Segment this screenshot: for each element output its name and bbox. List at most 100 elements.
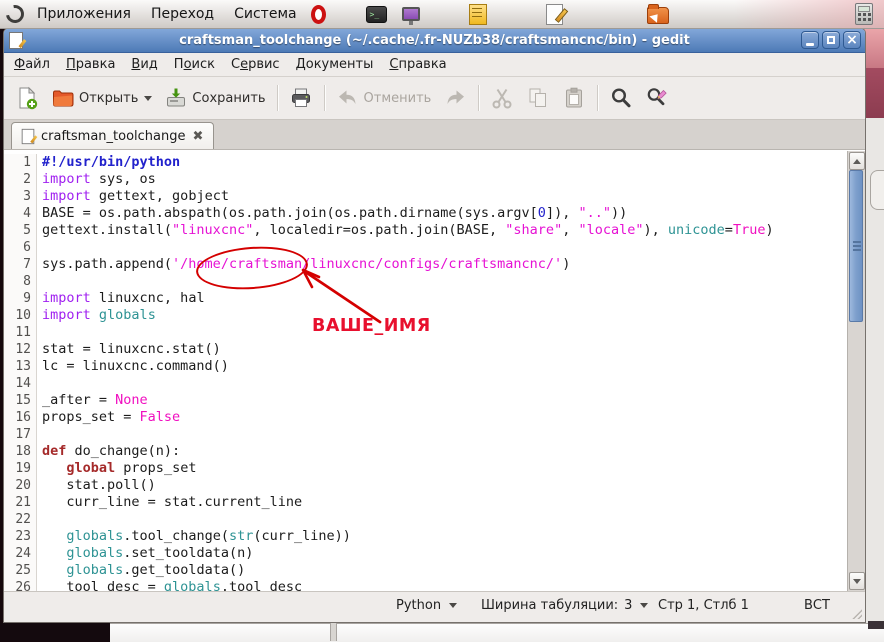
language-selector[interactable]: Python — [396, 598, 458, 613]
menu-documents[interactable]: Документы — [288, 54, 382, 75]
minimize-icon — [806, 43, 814, 46]
scrollbar-thumb[interactable] — [849, 170, 863, 322]
redo-icon — [447, 90, 465, 104]
toolbar-separator — [478, 85, 480, 111]
code-line: 2 import sys, os — [4, 171, 847, 188]
code-line: 12 stat = linuxcnc.stat() — [4, 341, 847, 358]
wallpaper — [864, 68, 884, 118]
open-folder-icon — [53, 90, 74, 107]
menu-tools[interactable]: Сервис — [223, 54, 288, 75]
menu-view[interactable]: Вид — [123, 54, 165, 75]
calculator-icon — [855, 3, 873, 25]
background-window-divider — [330, 623, 337, 641]
panel-menu-system[interactable]: Система — [225, 2, 305, 26]
find-button[interactable] — [604, 82, 638, 114]
maximize-button[interactable] — [822, 31, 840, 49]
chevron-down-icon — [449, 603, 458, 608]
distributor-logo-icon[interactable] — [2, 1, 28, 27]
minimize-button[interactable] — [801, 31, 819, 49]
window-shadow — [868, 621, 884, 629]
display-launcher[interactable] — [399, 3, 423, 25]
desktop — [0, 623, 110, 641]
maximize-icon — [827, 36, 835, 44]
wallpaper — [864, 28, 884, 68]
code-line: 24 globals.set_tooldata(n) — [4, 545, 847, 562]
copy-icon — [529, 88, 547, 107]
notes-icon — [469, 3, 487, 25]
text-editor-launcher[interactable] — [542, 3, 566, 25]
code-line: 15 _after = None — [4, 392, 847, 409]
gedit-window: craftsman_toolchange (~/.cache/.fr-NUZb3… — [3, 28, 866, 623]
paste-icon — [566, 87, 583, 108]
notes-launcher[interactable] — [466, 3, 490, 25]
menu-file[interactable]: Файл — [6, 54, 58, 75]
save-icon — [167, 88, 186, 107]
copy-button[interactable] — [521, 82, 555, 114]
undo-icon — [338, 90, 356, 104]
window-title: craftsman_toolchange (~/.cache/.fr-NUZb3… — [179, 33, 690, 48]
code-line: 9 import linuxcnc, hal — [4, 290, 847, 307]
toolbar-separator — [276, 85, 278, 111]
replace-button[interactable] — [640, 82, 674, 114]
code-line: 16 props_set = False — [4, 409, 847, 426]
calculator-launcher[interactable] — [852, 3, 876, 25]
code-line: 8 — [4, 273, 847, 290]
tab-label: craftsman_toolchange — [41, 128, 186, 144]
menu-search[interactable]: Поиск — [166, 54, 223, 75]
code-line: 26 tool_desc = globals.tool_desc — [4, 579, 847, 591]
print-button[interactable] — [284, 82, 318, 114]
panel-menu-applications[interactable]: Приложения — [28, 2, 140, 26]
opera-launcher[interactable] — [306, 3, 330, 25]
chevron-down-icon — [144, 95, 153, 101]
panel-menu-places[interactable]: Переход — [142, 2, 223, 26]
open-button[interactable]: Открыть — [46, 82, 157, 114]
toolbar: Открыть Сохранить Отменить — [4, 77, 865, 120]
text-editor-icon — [545, 3, 563, 25]
scroll-up-button[interactable] — [849, 152, 865, 170]
background-window[interactable] — [864, 118, 884, 623]
language-label: Python — [396, 598, 442, 613]
archive-launcher[interactable] — [646, 3, 670, 25]
code-line: 1 #!/usr/bin/python — [4, 154, 847, 171]
menu-help[interactable]: Справка — [381, 54, 454, 75]
new-document-icon — [19, 86, 38, 110]
arrow-down-icon — [853, 578, 861, 584]
cut-button[interactable] — [485, 82, 519, 114]
titlebar[interactable]: craftsman_toolchange (~/.cache/.fr-NUZb3… — [4, 29, 865, 53]
editor: 1 #!/usr/bin/python 2 import sys, os 3 import… — [4, 150, 865, 591]
cut-icon — [492, 88, 512, 109]
tab-width-value: 3 — [624, 598, 633, 613]
background-window[interactable] — [110, 623, 884, 642]
code-line: 4 BASE = os.path.abspath(os.path.join(os.… — [4, 205, 847, 222]
paste-button[interactable] — [557, 82, 591, 114]
tab-width-selector[interactable]: Ширина табуляции: 3 — [481, 598, 649, 613]
code-line: 13 lc = linuxcnc.command() — [4, 358, 847, 375]
code-line: 25 globals.get_tooldata() — [4, 562, 847, 579]
scroll-down-button[interactable] — [849, 572, 865, 590]
vertical-scrollbar[interactable] — [847, 151, 865, 591]
print-icon — [291, 88, 310, 107]
terminal-launcher[interactable]: >_ — [364, 3, 388, 25]
code-line: 20 stat.poll() — [4, 477, 847, 494]
arrow-up-icon — [853, 158, 861, 164]
close-button[interactable]: × — [843, 31, 861, 49]
toolbar-separator — [597, 85, 599, 111]
menu-edit[interactable]: Правка — [58, 54, 123, 75]
tab-width-label: Ширина табуляции: — [481, 598, 619, 613]
display-icon — [402, 7, 420, 25]
cursor-position: Стр 1, Стлб 1 — [658, 598, 749, 613]
resize-grip[interactable] — [852, 609, 862, 619]
tab-craftsman-toolchange[interactable]: craftsman_toolchange ✖ — [11, 122, 215, 149]
toolbar-separator — [323, 85, 325, 111]
save-button[interactable]: Сохранить — [159, 82, 270, 114]
tab-close-icon[interactable]: ✖ — [192, 129, 205, 144]
new-document-button[interactable] — [10, 82, 44, 114]
code-line: 17 — [4, 426, 847, 443]
code-line: 7 sys.path.append('/home/craftsman/linuxc… — [4, 256, 847, 273]
code-line: 5 gettext.install("linuxcnc", localedir=o… — [4, 222, 847, 239]
save-label: Сохранить — [192, 90, 266, 106]
search-icon — [612, 88, 631, 108]
undo-button[interactable]: Отменить — [331, 82, 437, 114]
redo-button[interactable] — [438, 82, 472, 114]
text-area[interactable]: 1 #!/usr/bin/python 2 import sys, os 3 import… — [4, 151, 847, 591]
